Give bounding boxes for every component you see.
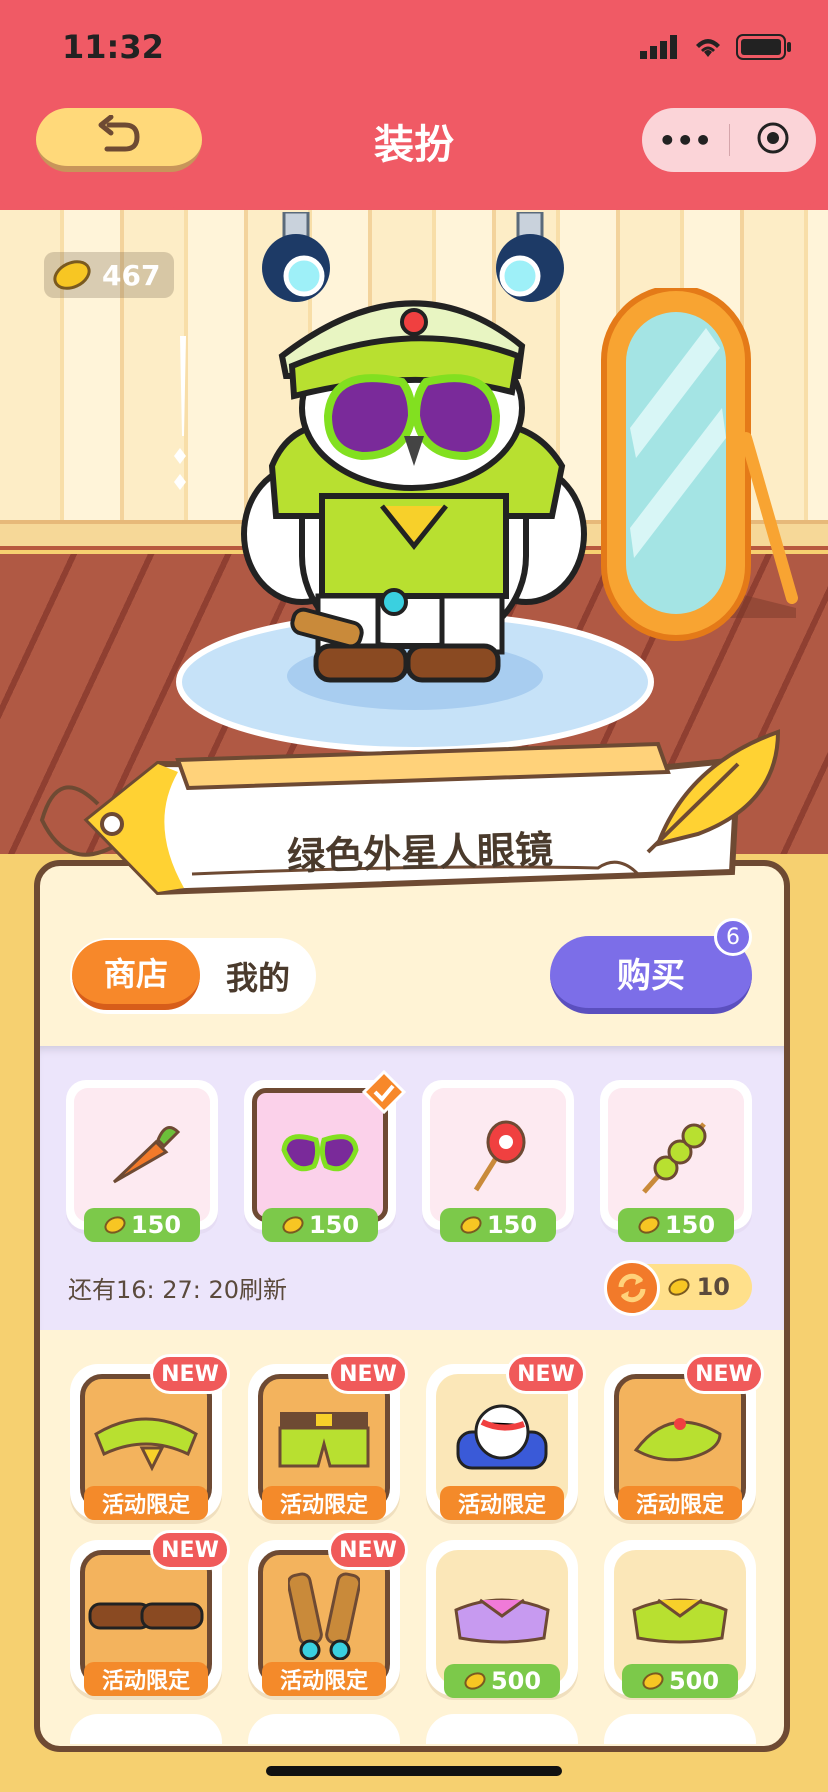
grid-item-binoculars[interactable]: NEW 活动限定: [248, 1530, 408, 1696]
alarm-clock-icon: [456, 1404, 548, 1470]
shop-item-carrot[interactable]: 150: [66, 1080, 218, 1242]
coin-icon: [53, 260, 91, 290]
grid-item-green-shorts[interactable]: NEW 活动限定: [248, 1354, 408, 1520]
coin-icon: [638, 1216, 660, 1234]
new-badge: NEW: [506, 1354, 586, 1394]
shop-item-candied-fruit[interactable]: 150: [422, 1080, 574, 1242]
signal-icon: [640, 35, 677, 59]
wifi-icon: [696, 39, 720, 57]
grid-item-alarm-clock[interactable]: NEW 活动限定: [426, 1354, 586, 1520]
grid-item-next[interactable]: [604, 1714, 756, 1744]
new-badge: NEW: [150, 1530, 230, 1570]
green-skewer-icon: [642, 1122, 707, 1194]
green-shorts-icon: [278, 1412, 370, 1468]
selected-check-icon: [362, 1070, 406, 1114]
buy-count-badge: 6: [714, 918, 752, 956]
spotlight-icon: [262, 212, 330, 302]
price-tag: 150: [440, 1208, 556, 1242]
spotlight-icon: [496, 212, 564, 302]
coin-icon: [460, 1216, 482, 1234]
coin-icon: [642, 1672, 664, 1690]
grid-item-purple-shirt[interactable]: 500: [426, 1540, 578, 1698]
limited-tag: 活动限定: [84, 1486, 208, 1520]
green-shirt-icon: [632, 1598, 728, 1644]
status-time: 11:32: [62, 28, 164, 66]
tab-shop[interactable]: 商店: [72, 940, 200, 1010]
coin-amount: 467: [102, 258, 161, 292]
home-indicator[interactable]: [266, 1766, 562, 1776]
sparkle-icon: [174, 336, 186, 490]
carrot-icon: [112, 1126, 181, 1184]
mirror-icon: [601, 288, 798, 641]
coin-balance: 467: [44, 252, 174, 298]
refresh-countdown: 还有16: 27: 20刷新: [68, 1276, 288, 1304]
limited-tag: 活动限定: [262, 1662, 386, 1696]
refresh-cost: 10: [696, 1273, 730, 1301]
owl-character: [241, 300, 587, 683]
brown-shoes-icon: [88, 1602, 204, 1630]
price-tag: 500: [444, 1664, 560, 1698]
coin-icon: [464, 1672, 486, 1690]
new-badge: NEW: [328, 1354, 408, 1394]
limited-tag: 活动限定: [84, 1662, 208, 1696]
green-scarf-icon: [94, 1417, 198, 1472]
grid-item-next[interactable]: [70, 1714, 222, 1744]
mini-program-capsule: •••: [642, 108, 816, 172]
price-tag: 150: [262, 1208, 378, 1242]
grid-item-green-scarf[interactable]: NEW 活动限定: [70, 1354, 230, 1520]
green-cap-icon: [633, 1418, 722, 1462]
grid-item-brown-shoes[interactable]: NEW 活动限定: [70, 1530, 230, 1696]
binoculars-icon: [288, 1572, 360, 1660]
close-target-icon[interactable]: [730, 121, 817, 159]
item-name-label: 绿色外星人眼镜: [286, 827, 554, 879]
limited-tag: 活动限定: [440, 1486, 564, 1520]
status-icons: [640, 34, 792, 60]
price-tag: 150: [84, 1208, 200, 1242]
price-tag: 150: [618, 1208, 734, 1242]
battery-icon: [736, 34, 791, 60]
grid-item-green-cap[interactable]: NEW 活动限定: [604, 1354, 764, 1520]
limited-tag: 活动限定: [618, 1486, 742, 1520]
grid-item-next[interactable]: [426, 1714, 578, 1744]
new-badge: NEW: [328, 1530, 408, 1570]
more-icon[interactable]: •••: [642, 124, 729, 157]
grid-item-next[interactable]: [248, 1714, 400, 1744]
grid-item-green-shirt[interactable]: 500: [604, 1540, 756, 1698]
limited-tag: 活动限定: [262, 1486, 386, 1520]
refresh-icon[interactable]: [604, 1260, 660, 1316]
candied-fruit-icon: [473, 1120, 526, 1192]
coin-icon: [668, 1278, 690, 1296]
purple-shirt-icon: [454, 1598, 550, 1644]
tab-mine[interactable]: 我的: [206, 940, 310, 1012]
new-badge: NEW: [684, 1354, 764, 1394]
coin-icon: [104, 1216, 126, 1234]
alien-glasses-icon: [281, 1134, 359, 1172]
price-tag: 500: [622, 1664, 738, 1698]
shop-item-green-skewer[interactable]: 150: [600, 1080, 752, 1242]
coin-icon: [282, 1216, 304, 1234]
new-badge: NEW: [150, 1354, 230, 1394]
